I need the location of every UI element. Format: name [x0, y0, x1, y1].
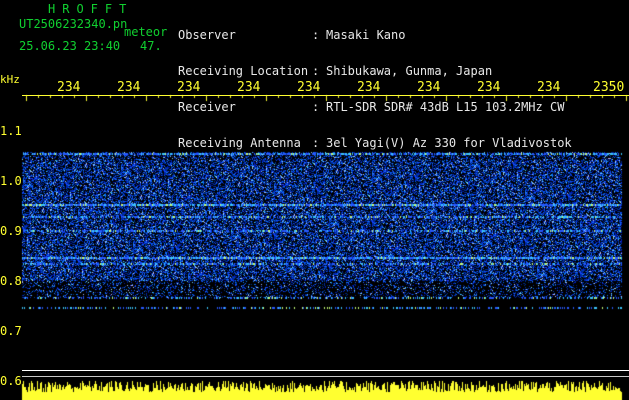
y-tick-label: 0.6	[0, 374, 22, 388]
colon: :	[312, 136, 320, 150]
antenna-value: 3el Yagi(V) Az 330 for Vladivostok	[326, 136, 572, 150]
x-tick-label: 234	[117, 80, 141, 95]
bottom-reference-line	[22, 376, 629, 377]
x-tick-label: 234	[237, 80, 261, 95]
file-name: UT2506232340.pn	[19, 17, 128, 31]
y-tick-label: 0.7	[0, 324, 22, 338]
meteor-count: 47.	[140, 39, 162, 53]
x-tick-label: 234	[297, 80, 321, 95]
receiver-value: RTL-SDR SDR# 43dB L15 103.2MHz CW	[326, 100, 565, 114]
x-tick-label: 234	[357, 80, 381, 95]
x-tick-label: 234	[477, 80, 501, 95]
y-tick-label: 1.0	[0, 174, 22, 188]
colon: :	[312, 100, 320, 114]
brand-title: HROFFT	[48, 2, 134, 16]
colon: :	[312, 64, 320, 78]
x-tick-label: 2350	[593, 80, 625, 95]
y-tick-label: 0.9	[0, 224, 22, 238]
observer-value: Masaki Kano	[326, 28, 406, 42]
receiver-label: Receiver	[178, 100, 236, 114]
location-label: Receiving Location	[178, 64, 309, 78]
date-time: 25.06.23 23:40	[19, 39, 121, 53]
y-unit-label: kHz	[0, 73, 20, 86]
bottom-reference-line	[22, 370, 629, 371]
x-tick-label: 234	[177, 80, 201, 95]
x-tick-label: 234	[417, 80, 441, 95]
y-tick-label: 1.1	[0, 124, 22, 138]
antenna-label: Receiving Antenna	[178, 136, 301, 150]
top-axis-line	[22, 95, 629, 96]
x-tick-label: 234	[537, 80, 561, 95]
meteor-label: meteor	[124, 25, 168, 39]
observer-label: Observer	[178, 28, 236, 42]
location-value: Shibukawa, Gunma, Japan	[326, 64, 493, 78]
x-tick-label: 234	[57, 80, 81, 95]
y-tick-label: 0.8	[0, 274, 22, 288]
colon: :	[312, 28, 320, 42]
